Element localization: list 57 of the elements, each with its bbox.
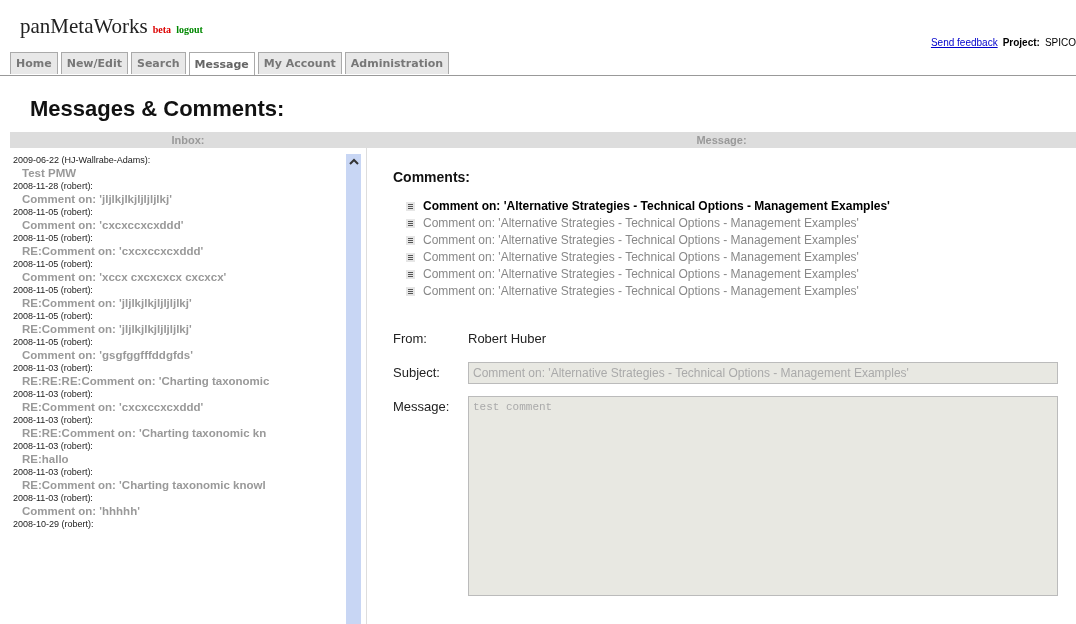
message-subject[interactable]: Comment on: 'jljlkjlkjljljljlkj' (22, 192, 172, 206)
message-meta: 2008-11-05 (robert): (13, 284, 93, 296)
message-subject[interactable]: RE:RE:RE:Comment on: 'Charting taxonomic (22, 374, 270, 388)
message-subject[interactable]: RE:Comment on: 'jljlkjlkjljljljlkj' (22, 322, 192, 336)
message-subject[interactable]: Test PMW (22, 166, 77, 180)
message-meta: 2008-11-03 (robert): (13, 388, 93, 400)
nav-tab[interactable]: Home (10, 52, 58, 74)
nav-tab[interactable]: My Account (257, 52, 342, 74)
message-meta: 2008-11-05 (robert): (13, 310, 93, 322)
list-icon (406, 218, 415, 228)
message-subject[interactable]: RE:Comment on: 'jljlkjlkjljljljlkj' (22, 296, 192, 310)
message-subject[interactable]: Comment on: 'cxcxccxcxddd' (22, 218, 184, 232)
list-icon (406, 235, 415, 245)
message-subject[interactable]: RE:Comment on: 'cxcxccxcxddd' (22, 400, 204, 414)
list-icon (406, 269, 415, 279)
message-subject[interactable]: RE:hallo (22, 452, 69, 466)
from-value: Robert Huber (468, 330, 548, 348)
list-icon (406, 252, 415, 262)
nav-tab[interactable]: Administration (344, 52, 450, 74)
message-subject[interactable]: RE:Comment on: 'cxcxccxcxddd' (22, 244, 204, 258)
project-value: SPICO (1044, 36, 1076, 48)
project-label: Project: (1002, 36, 1040, 48)
list-icon (406, 286, 415, 296)
nav-tab[interactable]: Search (130, 52, 186, 74)
beta-label: beta (152, 24, 172, 35)
page-title: Messages & Comments: (30, 96, 286, 122)
subject-label: Subject: (393, 364, 441, 382)
list-icon (406, 201, 415, 211)
message-label: Message: (393, 398, 451, 416)
message-meta: 2008-11-03 (robert): (13, 492, 93, 504)
message-meta: 2008-11-05 (robert): (13, 258, 93, 270)
message-meta: 2008-11-03 (robert): (13, 466, 93, 478)
nav-tab[interactable]: Message (188, 52, 255, 75)
message-subject[interactable]: RE:RE:Comment on: 'Charting taxonomic kn (22, 426, 267, 440)
message-meta: 2008-11-05 (robert): (13, 206, 93, 218)
message-subject[interactable]: Comment on: 'gsgfggfffddgfds' (22, 348, 193, 362)
feedback-link[interactable]: Send feedback (930, 36, 998, 48)
message-meta: 2009-06-22 (HJ-Wallrabe-Adams): (13, 154, 151, 166)
message-header: Message: (367, 132, 1076, 148)
comments-heading: Comments: (393, 169, 471, 185)
scrollbar[interactable] (346, 154, 361, 624)
message-subject[interactable]: Comment on: 'hhhhh' (22, 504, 140, 518)
message-meta: 2008-11-28 (robert): (13, 180, 93, 192)
message-meta: 2008-11-03 (robert): (13, 414, 93, 426)
app-name: panMetaWorks (20, 14, 148, 39)
nav-tab[interactable]: New/Edit (60, 52, 128, 74)
from-label: From: (393, 330, 428, 348)
message-meta: 2008-11-05 (robert): (13, 336, 93, 348)
logout-link[interactable]: logout (176, 24, 203, 35)
message-meta: 2008-11-03 (robert): (13, 440, 93, 452)
message-meta: 2008-11-03 (robert): (13, 362, 93, 374)
inbox-header: Inbox: (10, 132, 366, 148)
message-subject[interactable]: Comment on: 'xccx cxcxcxcx cxcxcx' (22, 270, 227, 284)
message-subject[interactable]: RE:Comment on: 'Charting taxonomic knowl (22, 478, 266, 492)
message-meta: 2008-10-29 (robert): (13, 518, 94, 530)
scroll-up-icon[interactable] (348, 158, 359, 166)
message-meta: 2008-11-05 (robert): (13, 232, 93, 244)
